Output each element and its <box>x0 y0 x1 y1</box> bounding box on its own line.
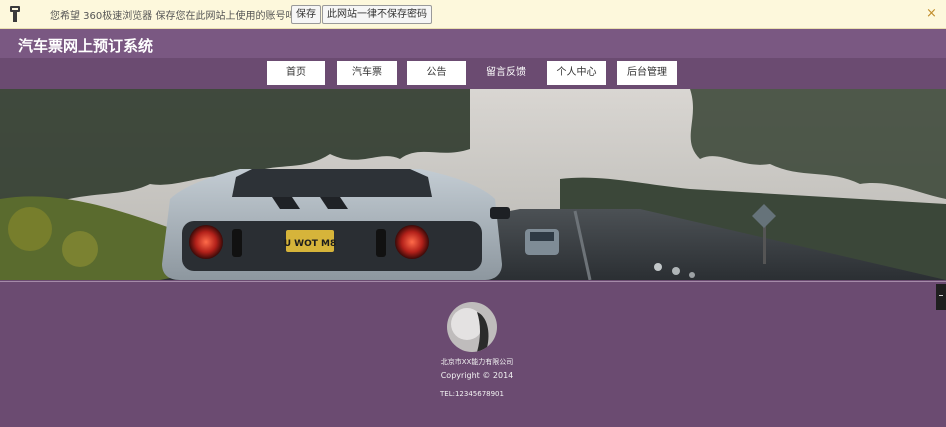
minus-icon <box>939 295 943 296</box>
never-save-password-button[interactable]: 此网站一律不保存密码 <box>322 5 432 24</box>
telephone-text: TEL:12345678901 <box>440 390 504 398</box>
site-footer: 北京市XX能力有限公司 Copyright © 2014 TEL:1234567… <box>0 281 946 427</box>
license-plate-text: U WOT M8 <box>284 239 337 249</box>
company-logo-avatar <box>447 302 497 352</box>
nav-item-feedback[interactable]: 留言反馈 <box>476 61 536 85</box>
password-save-message: 您希望 360极速浏览器 保存您在此网站上使用的账号吗? <box>50 11 301 22</box>
nav-item-home[interactable]: 首页 <box>267 61 325 85</box>
company-name: 北京市XX能力有限公司 <box>440 358 514 366</box>
main-nav: 首页 汽车票 公告 留言反馈 个人中心 后台管理 <box>0 58 946 89</box>
nav-item-announcements[interactable]: 公告 <box>407 61 466 85</box>
nav-item-admin[interactable]: 后台管理 <box>617 61 677 85</box>
key-icon <box>10 6 20 22</box>
hero-car-image: U WOT M8 <box>0 89 946 280</box>
nav-item-user-center[interactable]: 个人中心 <box>547 61 606 85</box>
hero-banner: U WOT M8 ‹ <box>0 89 946 280</box>
side-panel-toggle[interactable] <box>936 284 946 310</box>
password-save-bar: 您希望 360极速浏览器 保存您在此网站上使用的账号吗? 保存 此网站一律不保存… <box>0 0 946 29</box>
site-header: 汽车票网上预订系统 <box>0 29 946 58</box>
close-icon[interactable]: × <box>926 6 937 22</box>
copyright-text: Copyright © 2014 <box>440 371 514 380</box>
save-password-button[interactable]: 保存 <box>291 5 321 24</box>
nav-item-bus-tickets[interactable]: 汽车票 <box>337 61 397 85</box>
site-title: 汽车票网上预订系统 <box>18 37 154 55</box>
